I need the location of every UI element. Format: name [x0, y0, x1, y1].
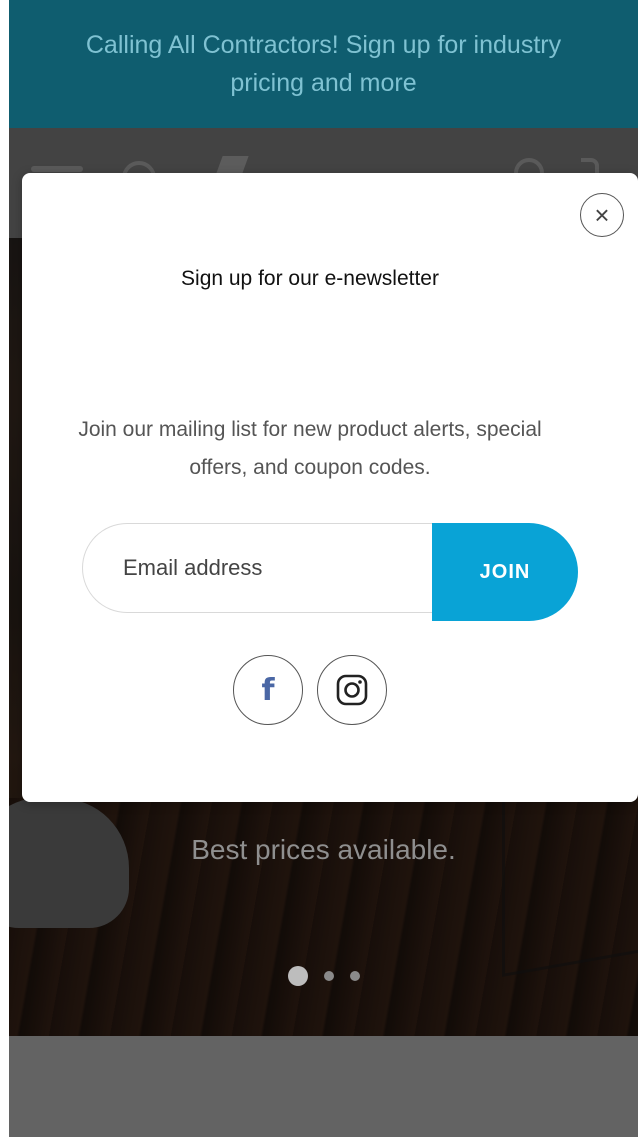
slide-indicators [9, 966, 638, 986]
modal-title: Sign up for our e-newsletter [181, 267, 439, 290]
newsletter-form: JOIN [82, 523, 578, 621]
announcement-text: Calling All Contractors! Sign up for ind… [85, 31, 562, 97]
instagram-glyph [336, 674, 368, 706]
page-below-fold [9, 1036, 638, 1137]
newsletter-modal: × Sign up for our e-newsletter Join our … [22, 173, 638, 802]
hero-tagline: Best prices available. [191, 834, 456, 865]
close-glyph: × [594, 200, 610, 230]
announcement-bar[interactable]: Calling All Contractors! Sign up for ind… [9, 0, 638, 128]
slide-dot-3[interactable] [349, 971, 360, 981]
slide-dot-1[interactable] [287, 966, 308, 986]
modal-description: Join our mailing list for new product al… [78, 418, 542, 479]
join-button[interactable]: JOIN [432, 523, 578, 621]
menu-icon[interactable] [31, 166, 83, 172]
left-edge [0, 0, 9, 1137]
slide-dot-2[interactable] [323, 971, 334, 981]
email-field[interactable] [82, 523, 482, 613]
social-links: f [22, 655, 598, 725]
close-icon[interactable]: × [580, 193, 624, 237]
page: Calling All Contractors! Sign up for ind… [0, 0, 638, 1137]
facebook-glyph: f [261, 672, 275, 708]
instagram-icon[interactable] [317, 655, 387, 725]
facebook-icon[interactable]: f [233, 655, 303, 725]
